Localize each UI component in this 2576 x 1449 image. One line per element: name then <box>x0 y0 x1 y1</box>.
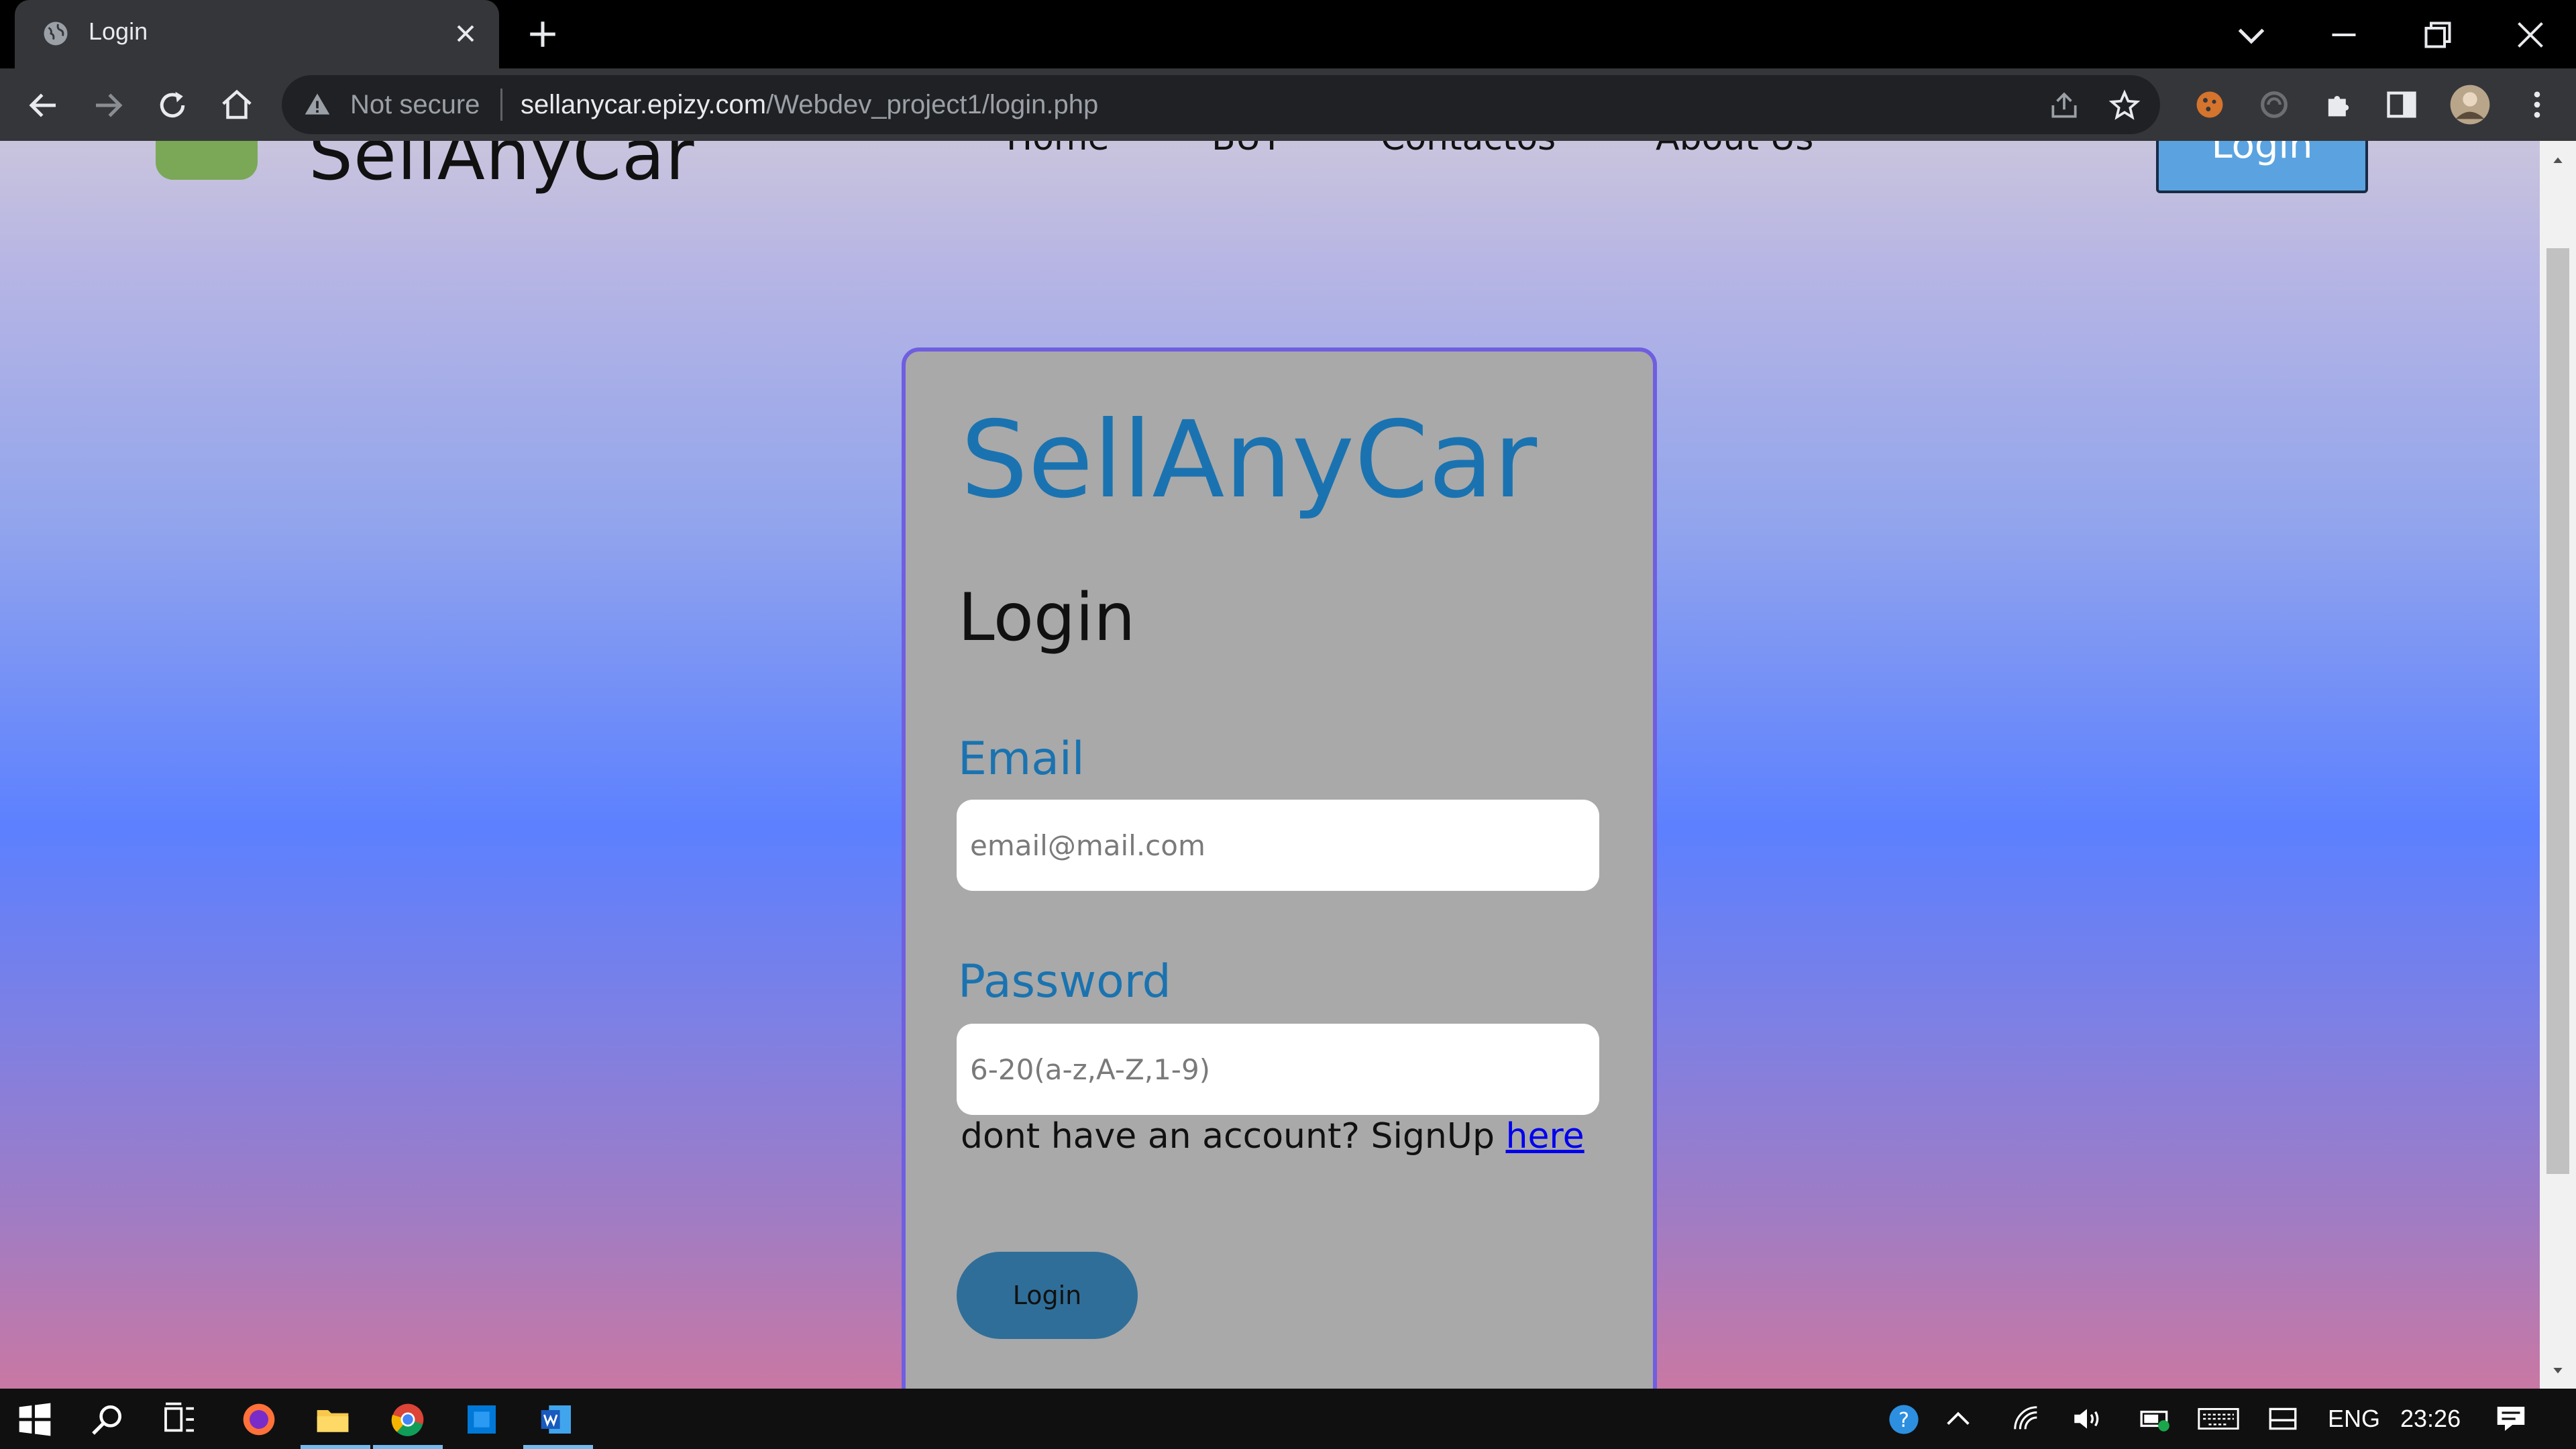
page-scrollbar[interactable] <box>2540 141 2576 1389</box>
url-text[interactable]: sellanycar.epizy.com/Webdev_project1/log… <box>521 90 1098 120</box>
omnibox-divider <box>500 89 502 121</box>
nav-buy[interactable]: BUY <box>1212 141 1283 158</box>
firefox-icon[interactable] <box>240 1401 278 1438</box>
windows-start-icon[interactable] <box>16 1401 54 1438</box>
language-indicator[interactable]: ENG <box>2328 1405 2380 1433</box>
restore-icon[interactable] <box>2418 15 2458 55</box>
network-icon[interactable] <box>2011 1403 2042 1434</box>
address-bar[interactable]: Not secure sellanycar.epizy.com/Webdev_p… <box>282 75 2160 134</box>
cookie-extension-icon[interactable] <box>2192 87 2227 122</box>
close-tab-icon[interactable] <box>451 19 480 48</box>
notification-center-icon[interactable] <box>2493 1401 2529 1437</box>
site-logo[interactable] <box>156 141 258 180</box>
new-tab-icon[interactable] <box>526 17 559 51</box>
reload-icon[interactable] <box>154 87 191 123</box>
web-page: SellAnyCar Home BUY Contactos About Us L… <box>0 141 2540 1389</box>
warning-icon[interactable] <box>302 90 333 119</box>
clock[interactable]: 23:26 <box>2400 1405 2461 1433</box>
bookmark-star-icon[interactable] <box>2108 89 2141 122</box>
scrollbar-thumb[interactable] <box>2546 248 2569 1174</box>
sync-extension-icon[interactable] <box>2257 87 2292 122</box>
file-explorer-icon[interactable] <box>314 1401 352 1438</box>
browser-tab-bar: Login <box>0 0 2576 68</box>
header-login-button[interactable]: Login <box>2156 141 2368 193</box>
nav-about-us[interactable]: About Us <box>1656 141 1813 158</box>
login-submit-button[interactable]: Login <box>957 1252 1138 1339</box>
signup-link[interactable]: here <box>1505 1116 1584 1157</box>
windows-taskbar: ? ENG 23:26 <box>0 1389 2576 1449</box>
scroll-down-arrow-icon[interactable] <box>2549 1364 2567 1378</box>
nav-home[interactable]: Home <box>1006 141 1110 158</box>
login-heading: Login <box>958 580 1136 656</box>
tab-search-chevron-icon[interactable] <box>2231 15 2271 55</box>
browser-tab[interactable]: Login <box>15 0 499 68</box>
login-card: SellAnyCar Login Email Password dont hav… <box>902 347 1657 1389</box>
security-status[interactable]: Not secure <box>350 90 480 120</box>
search-icon[interactable] <box>89 1401 126 1438</box>
signup-text: dont have an account? SignUp <box>961 1116 1506 1157</box>
card-brand-title: SellAnyCar <box>961 398 1538 522</box>
task-view-icon[interactable] <box>161 1401 199 1438</box>
side-panel-icon[interactable] <box>2384 87 2419 122</box>
nav-contactos[interactable]: Contactos <box>1381 141 1556 158</box>
password-field[interactable] <box>957 1024 1599 1115</box>
chrome-active-indicator <box>373 1445 443 1449</box>
extensions-puzzle-icon[interactable] <box>2321 87 2356 122</box>
volume-icon[interactable] <box>2070 1402 2104 1436</box>
show-hidden-icons-chevron-icon[interactable] <box>1943 1403 1974 1434</box>
tab-title: Login <box>89 17 148 45</box>
email-label: Email <box>958 733 1085 786</box>
back-arrow-icon[interactable] <box>25 87 62 123</box>
signup-prompt: dont have an account? SignUp here <box>961 1116 1585 1157</box>
word-active-indicator <box>523 1445 593 1449</box>
scroll-up-arrow-icon[interactable] <box>2549 153 2567 166</box>
email-field[interactable] <box>957 800 1599 891</box>
home-icon[interactable] <box>219 87 255 123</box>
help-icon[interactable]: ? <box>1886 1402 1921 1437</box>
password-label: Password <box>958 955 1171 1008</box>
word-icon[interactable] <box>538 1401 576 1438</box>
keyboard-icon[interactable] <box>2195 1402 2242 1436</box>
tablet-mode-icon[interactable] <box>2266 1402 2300 1436</box>
url-path: /Webdev_project1/login.php <box>766 90 1099 119</box>
store-app-icon[interactable] <box>463 1401 500 1438</box>
forward-arrow-icon[interactable] <box>90 87 126 123</box>
site-brand[interactable]: SellAnyCar <box>309 141 695 196</box>
close-window-icon[interactable] <box>2510 15 2551 55</box>
svg-text:?: ? <box>1898 1409 1909 1432</box>
share-icon[interactable] <box>2047 89 2081 122</box>
browser-toolbar: Not secure sellanycar.epizy.com/Webdev_p… <box>0 68 2576 141</box>
minimize-icon[interactable] <box>2324 15 2364 55</box>
chrome-icon[interactable] <box>389 1401 427 1438</box>
battery-icon[interactable] <box>2139 1402 2172 1436</box>
more-menu-icon[interactable] <box>2520 87 2555 122</box>
profile-avatar[interactable] <box>2449 83 2491 126</box>
globe-icon <box>44 21 68 46</box>
explorer-active-indicator <box>301 1445 370 1449</box>
url-host: sellanycar.epizy.com <box>521 90 767 119</box>
